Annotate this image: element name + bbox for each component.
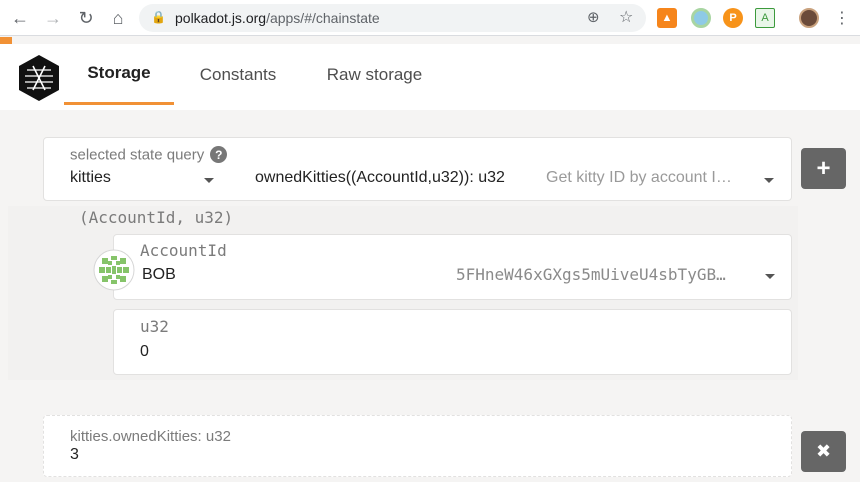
polkadot-logo-icon[interactable] — [17, 54, 61, 102]
u32-label: u32 — [140, 317, 169, 336]
tab-storage-label: Storage — [87, 63, 151, 82]
query-label: selected state query? — [70, 146, 228, 164]
reload-icon[interactable]: ↻ — [75, 7, 97, 29]
bitcoin-extension-icon[interactable]: P — [723, 8, 743, 28]
url-text: polkadot.js.org/apps/#/chainstate — [175, 10, 380, 26]
result-value: 3 — [70, 446, 79, 463]
back-icon[interactable]: ← — [9, 7, 31, 29]
tab-constants-label: Constants — [199, 64, 277, 84]
zoom-icon[interactable]: ⊕ — [587, 8, 600, 26]
chevron-down-icon — [765, 274, 775, 279]
browser-toolbar: ← → ↻ ⌂ 🔒 polkadot.js.org/apps/#/chainst… — [0, 0, 860, 36]
url-host: polkadot.js.org — [175, 10, 267, 26]
chevron-down-icon — [764, 178, 774, 183]
method-doc: Get kitty ID by account I… — [546, 169, 732, 186]
forward-icon[interactable]: → — [42, 7, 64, 29]
lock-icon: 🔒 — [151, 10, 166, 24]
account-id-input[interactable]: AccountId BOB 5FHneW46xGXgs5mUiveU4sbTyG… — [113, 234, 792, 300]
help-icon[interactable]: ? — [210, 146, 228, 163]
remove-result-button[interactable]: ✖ — [801, 431, 846, 472]
close-icon: ✖ — [815, 441, 832, 461]
method-value: ownedKitties((AccountId,u32)): u32 — [255, 169, 505, 186]
metamask-extension-icon[interactable]: ▲ — [657, 8, 677, 28]
tab-constants[interactable]: Constants — [188, 44, 288, 105]
tuple-label: (AccountId, u32) — [79, 208, 234, 227]
sidebar-toggle-tab[interactable] — [0, 37, 12, 44]
chevron-down-icon — [204, 178, 214, 183]
menu-icon[interactable]: ⋮ — [831, 7, 853, 29]
app-header: Storage Constants Raw storage — [0, 44, 860, 110]
module-value: kitties — [70, 169, 111, 186]
star-icon[interactable]: ☆ — [619, 7, 633, 27]
identicon-avatar — [93, 249, 135, 291]
u32-value: 0 — [140, 343, 149, 360]
state-query-selector: selected state query? kitties ownedKitti… — [43, 137, 792, 201]
globe-extension-icon[interactable] — [691, 8, 711, 28]
address-bar[interactable]: 🔒 polkadot.js.org/apps/#/chainstate ⊕ ☆ — [139, 4, 646, 32]
account-name: BOB — [142, 266, 176, 283]
add-query-label: + — [816, 154, 831, 182]
tab-raw-storage-label: Raw storage — [326, 64, 423, 84]
translate-extension-icon[interactable]: A — [755, 8, 775, 28]
profile-avatar[interactable] — [799, 8, 819, 28]
method-dropdown[interactable]: ownedKitties((AccountId,u32)): u32 Get k… — [244, 164, 789, 200]
u32-input[interactable]: u32 0 — [113, 309, 792, 375]
result-label: kitties.ownedKitties: u32 — [70, 428, 231, 445]
add-query-button[interactable]: + — [801, 148, 846, 189]
url-path: /apps/#/chainstate — [266, 10, 380, 26]
account-address: 5FHneW46xGXgs5mUiveU4sbTyGB… — [456, 265, 726, 284]
module-dropdown[interactable]: kitties — [44, 164, 230, 200]
tab-raw-storage[interactable]: Raw storage — [318, 44, 431, 105]
account-label: AccountId — [140, 241, 227, 260]
query-result: kitties.ownedKitties: u32 3 — [43, 415, 792, 477]
home-icon[interactable]: ⌂ — [107, 7, 129, 29]
query-label-text: selected state query — [70, 146, 205, 164]
tab-storage[interactable]: Storage — [64, 44, 174, 105]
